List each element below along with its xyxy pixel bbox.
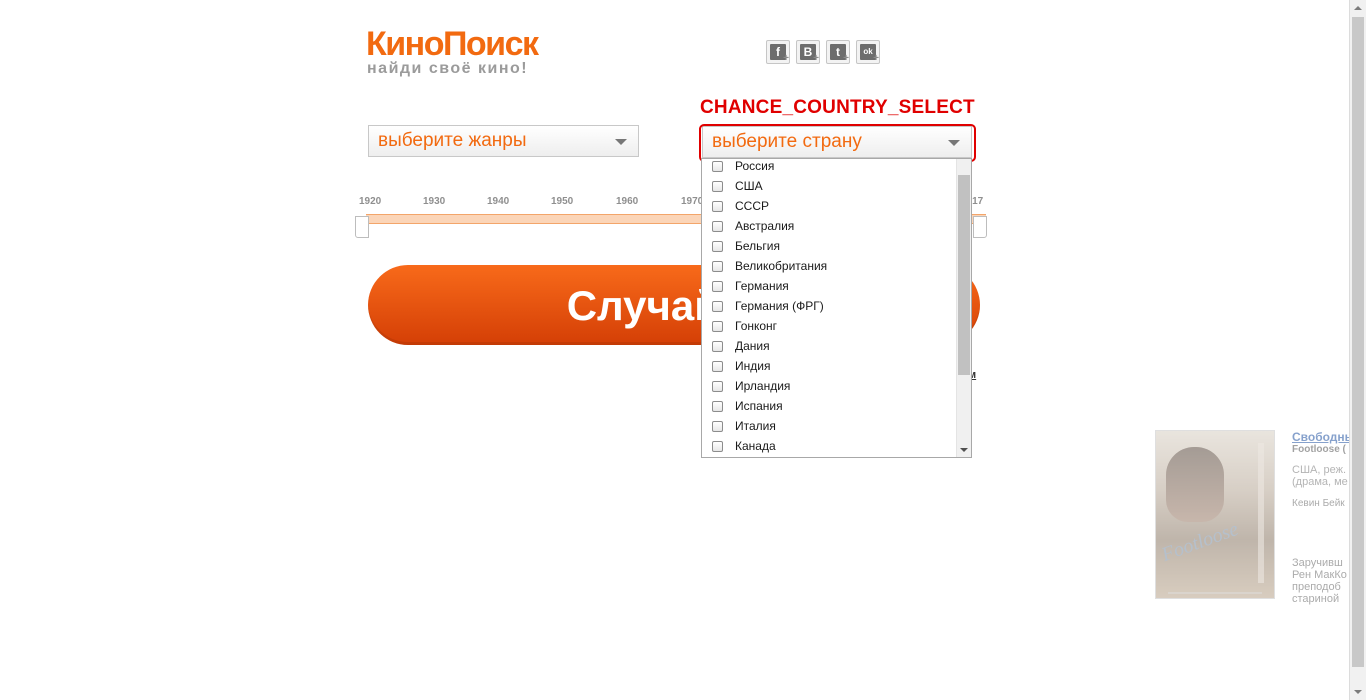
country-option-label: Ирландия (735, 379, 791, 393)
country-option[interactable]: Германия (ФРГ) (702, 297, 957, 317)
scroll-down-arrow-icon[interactable] (1354, 690, 1362, 694)
checkbox[interactable] (712, 221, 723, 232)
country-option-label: СССР (735, 199, 770, 213)
plus-icon: + (873, 53, 879, 64)
country-option-label: Великобритания (735, 259, 828, 273)
logo-title: КиноПоиск (366, 25, 539, 63)
checkbox[interactable] (712, 421, 723, 432)
year-slider-end-handle[interactable] (973, 216, 987, 238)
country-option[interactable]: Ирландия (702, 377, 957, 397)
country-option[interactable]: Индия (702, 357, 957, 377)
year-label: 1920 (359, 196, 382, 207)
film-poster[interactable]: Footloose (1155, 430, 1275, 599)
checkbox[interactable] (712, 301, 723, 312)
year-label: 1960 (616, 196, 639, 207)
country-option-label: Австралия (735, 219, 795, 233)
country-option[interactable]: Россия (702, 159, 957, 177)
checkbox[interactable] (712, 201, 723, 212)
country-options: Россия США СССР Австралия Бельгия Велико… (702, 159, 957, 457)
checkbox[interactable] (712, 281, 723, 292)
checkbox[interactable] (712, 341, 723, 352)
country-select-value: выберите страну (712, 131, 862, 152)
plus-icon: + (813, 53, 819, 64)
country-dropdown-list[interactable]: Россия США СССР Австралия Бельгия Велико… (701, 158, 972, 458)
dropdown-scroll-thumb[interactable] (958, 175, 970, 375)
scroll-up-arrow-icon[interactable] (1354, 6, 1362, 10)
country-select[interactable]: выберите страну (702, 126, 972, 158)
country-option-label: Россия (735, 159, 775, 173)
country-option[interactable]: Германия (702, 277, 957, 297)
logo-subtitle: найди своё кино! (367, 60, 529, 77)
checkbox[interactable] (712, 161, 723, 172)
country-option[interactable]: Австралия (702, 217, 957, 237)
checkbox[interactable] (712, 401, 723, 412)
country-option[interactable]: СССР (702, 197, 957, 217)
year-scale: 1920 1930 1940 1950 1960 1970 2017 (0, 196, 1366, 210)
checkbox[interactable] (712, 181, 723, 192)
country-option-label: Дания (735, 339, 770, 353)
plus-icon: + (843, 53, 849, 64)
country-option-label: Испания (735, 399, 783, 413)
chevron-down-icon (615, 139, 627, 145)
checkbox[interactable] (712, 321, 723, 332)
country-option[interactable]: Великобритания (702, 257, 957, 277)
country-option-label: Индия (735, 359, 771, 373)
page-scrollbar[interactable] (1349, 0, 1366, 700)
poster-bottom-line (1168, 592, 1262, 594)
plus-icon: + (783, 53, 789, 64)
year-label: 1940 (487, 196, 510, 207)
genre-select[interactable]: выберите жанры (368, 125, 639, 157)
checkbox[interactable] (712, 441, 723, 452)
country-option-label: США (735, 179, 763, 193)
year-label: 1950 (551, 196, 574, 207)
film-teaser: Footloose Свободный Footloose ( США, реж… (1155, 430, 1366, 610)
country-option-label: Германия (735, 279, 789, 293)
checkbox[interactable] (712, 261, 723, 272)
country-option-label: Бельгия (735, 239, 780, 253)
page-scroll-thumb[interactable] (1352, 17, 1364, 667)
country-option-label: Гонконг (735, 319, 778, 333)
country-option[interactable]: Гонконг (702, 317, 957, 337)
country-option[interactable]: Бельгия (702, 237, 957, 257)
page: КиноПоиск найди своё кино! f + B + t + o… (0, 0, 1366, 700)
dropdown-scrollbar[interactable] (956, 159, 971, 457)
scroll-down-arrow-icon[interactable] (960, 448, 968, 452)
poster-side-text (1258, 443, 1264, 583)
facebook-share-button[interactable]: f + (766, 40, 790, 64)
poster-title: Footloose (1158, 517, 1242, 567)
poster-figure (1166, 447, 1224, 522)
country-option-label: Италия (735, 419, 776, 433)
year-slider-start-handle[interactable] (355, 216, 369, 238)
country-option-label: Германия (ФРГ) (735, 299, 824, 313)
twitter-share-button[interactable]: t + (826, 40, 850, 64)
checkbox[interactable] (712, 381, 723, 392)
kinopoisk-logo[interactable]: КиноПоиск найди своё кино! (366, 25, 576, 80)
year-label: 1970 (681, 196, 704, 207)
social-share-buttons: f + B + t + ok + (766, 40, 880, 64)
odnoklassniki-share-button[interactable]: ok + (856, 40, 880, 64)
country-option[interactable]: Италия (702, 417, 957, 437)
genre-select-value: выберите жанры (378, 130, 527, 151)
vkontakte-share-button[interactable]: B + (796, 40, 820, 64)
chevron-down-icon (948, 140, 960, 146)
checkbox[interactable] (712, 361, 723, 372)
annotation-label: CHANCE_COUNTRY_SELECT (700, 97, 975, 118)
country-option[interactable]: Канада (702, 437, 957, 457)
country-option[interactable]: Дания (702, 337, 957, 357)
country-option[interactable]: США (702, 177, 957, 197)
country-option[interactable]: Испания (702, 397, 957, 417)
year-label: 1930 (423, 196, 446, 207)
country-option-label: Канада (735, 439, 776, 453)
checkbox[interactable] (712, 241, 723, 252)
